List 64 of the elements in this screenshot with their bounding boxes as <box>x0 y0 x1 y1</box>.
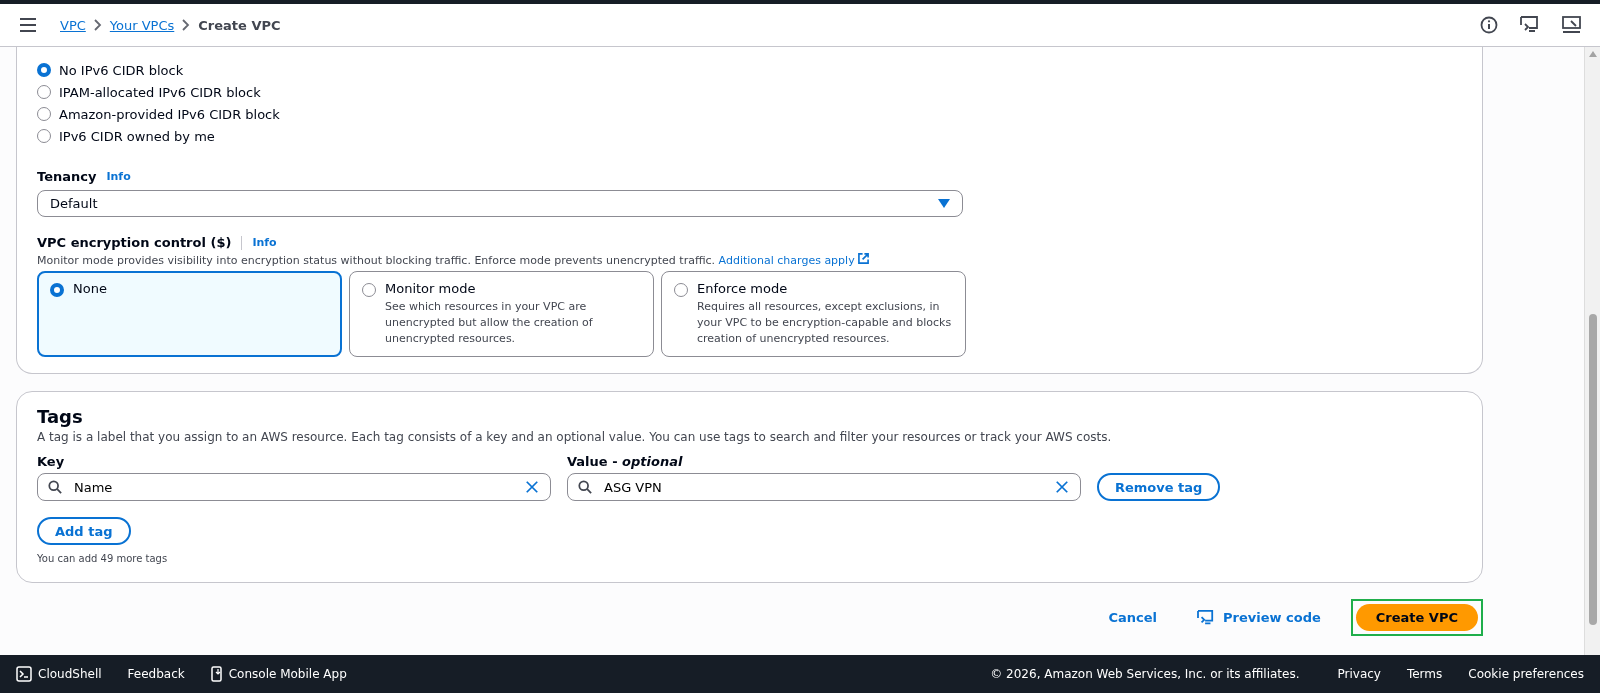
cancel-button[interactable]: Cancel <box>1098 606 1167 629</box>
option-title: None <box>73 281 107 296</box>
copyright: © 2026, Amazon Web Services, Inc. or its affiliates. <box>990 667 1300 681</box>
info-icon[interactable] <box>1480 16 1498 34</box>
option-label: IPAM-allocated IPv6 CIDR block <box>59 84 261 100</box>
footer-link[interactable]: Cookie preferences <box>1468 667 1584 681</box>
info-link[interactable]: Info <box>106 170 131 183</box>
radio-button[interactable] <box>362 283 376 297</box>
footer-link[interactable]: Privacy <box>1337 667 1381 681</box>
terminal-icon <box>16 666 32 682</box>
monitor-icon[interactable] <box>1562 16 1582 34</box>
external-link[interactable]: Additional charges apply <box>718 254 855 267</box>
field-label: Tenancy <box>37 169 97 184</box>
option-description: Requires all resources, except exclusions, in your VPC to be encryption-capable and blocks creation of unencrypted resources. <box>697 299 953 347</box>
chevron-icon <box>93 19 102 31</box>
remove-tag-button[interactable]: Remove tag <box>1097 473 1221 501</box>
value-field[interactable]: ASG VPN <box>567 473 1081 501</box>
clear-icon[interactable] <box>525 480 539 494</box>
chevron-icon <box>182 19 191 31</box>
radio-button[interactable] <box>37 63 51 77</box>
menu-icon[interactable] <box>20 18 36 32</box>
option-label: IPv6 CIDR owned by me <box>59 128 215 144</box>
section-title: Tags <box>37 406 84 427</box>
external-link-icon[interactable] <box>858 253 870 264</box>
field-label: VPC encryption control ($) <box>37 235 232 250</box>
radio-button[interactable] <box>50 283 64 297</box>
search-icon <box>578 480 592 494</box>
footer-link[interactable]: CloudShell <box>16 666 102 682</box>
radio-button[interactable] <box>37 85 51 99</box>
add-tag-button[interactable]: Add tag <box>37 517 131 545</box>
section-description: A tag is a label that you assign to an AWS resource. Each tag consists of a key and an optional value. You can use tags to search and filter your resources or track your AWS costs. <box>37 430 1113 444</box>
preview-code-button[interactable]: Preview code <box>1186 605 1331 630</box>
footer-link[interactable]: Terms <box>1406 667 1443 681</box>
scrollbar-thumb[interactable] <box>1589 314 1597 625</box>
option-description: See which resources in your VPC are unencrypted but allow the creation of unencrypted resources. <box>385 299 594 347</box>
field-label: Key <box>37 454 66 469</box>
breadcrumb-link[interactable]: VPC <box>60 17 86 33</box>
clear-icon[interactable] <box>1055 480 1069 494</box>
radio-button[interactable] <box>674 283 688 297</box>
option-tile[interactable]: Monitor mode See which resources in your VPC are unencrypted but allow the creation of unencrypted resources. <box>349 271 654 357</box>
code-preview-icon <box>1196 609 1215 626</box>
option-title: Monitor mode <box>385 281 477 296</box>
option-tile[interactable]: None <box>37 271 342 357</box>
breadcrumb-current: Create VPC <box>198 17 281 33</box>
option-label: No IPv6 CIDR block <box>59 62 184 78</box>
radio-button[interactable] <box>37 107 51 121</box>
tenancy-select[interactable]: Default <box>37 190 963 217</box>
info-link[interactable]: Info <box>252 236 277 249</box>
option-label: Amazon-provided IPv6 CIDR block <box>59 106 280 122</box>
key-field[interactable]: Name <box>37 473 551 501</box>
breadcrumb-link[interactable]: Your VPCs <box>109 17 175 33</box>
tag-limit-note: You can add 49 more tags <box>37 553 169 564</box>
footer-link[interactable]: Feedback <box>127 667 185 681</box>
screen-icon[interactable] <box>1520 16 1540 34</box>
phone-icon <box>210 666 223 682</box>
field-description: Monitor mode provides visibility into encryption status without blocking traffic. Enforce mode prevents unencrypted traffic. Additional charges apply <box>37 253 1462 267</box>
search-icon <box>48 480 62 494</box>
option-title: Enforce mode <box>697 281 789 296</box>
footer-link[interactable]: Console Mobile App <box>210 666 347 682</box>
field-label: Value - optional <box>567 454 684 469</box>
option-tile[interactable]: Enforce mode Requires all resources, except exclusions, in your VPC to be encryption-capable and blocks creation of unencrypted resources. <box>661 271 966 357</box>
caret-icon <box>938 199 950 208</box>
create-vpc-button[interactable]: Create VPC <box>1355 604 1478 631</box>
radio-button[interactable] <box>37 129 51 143</box>
